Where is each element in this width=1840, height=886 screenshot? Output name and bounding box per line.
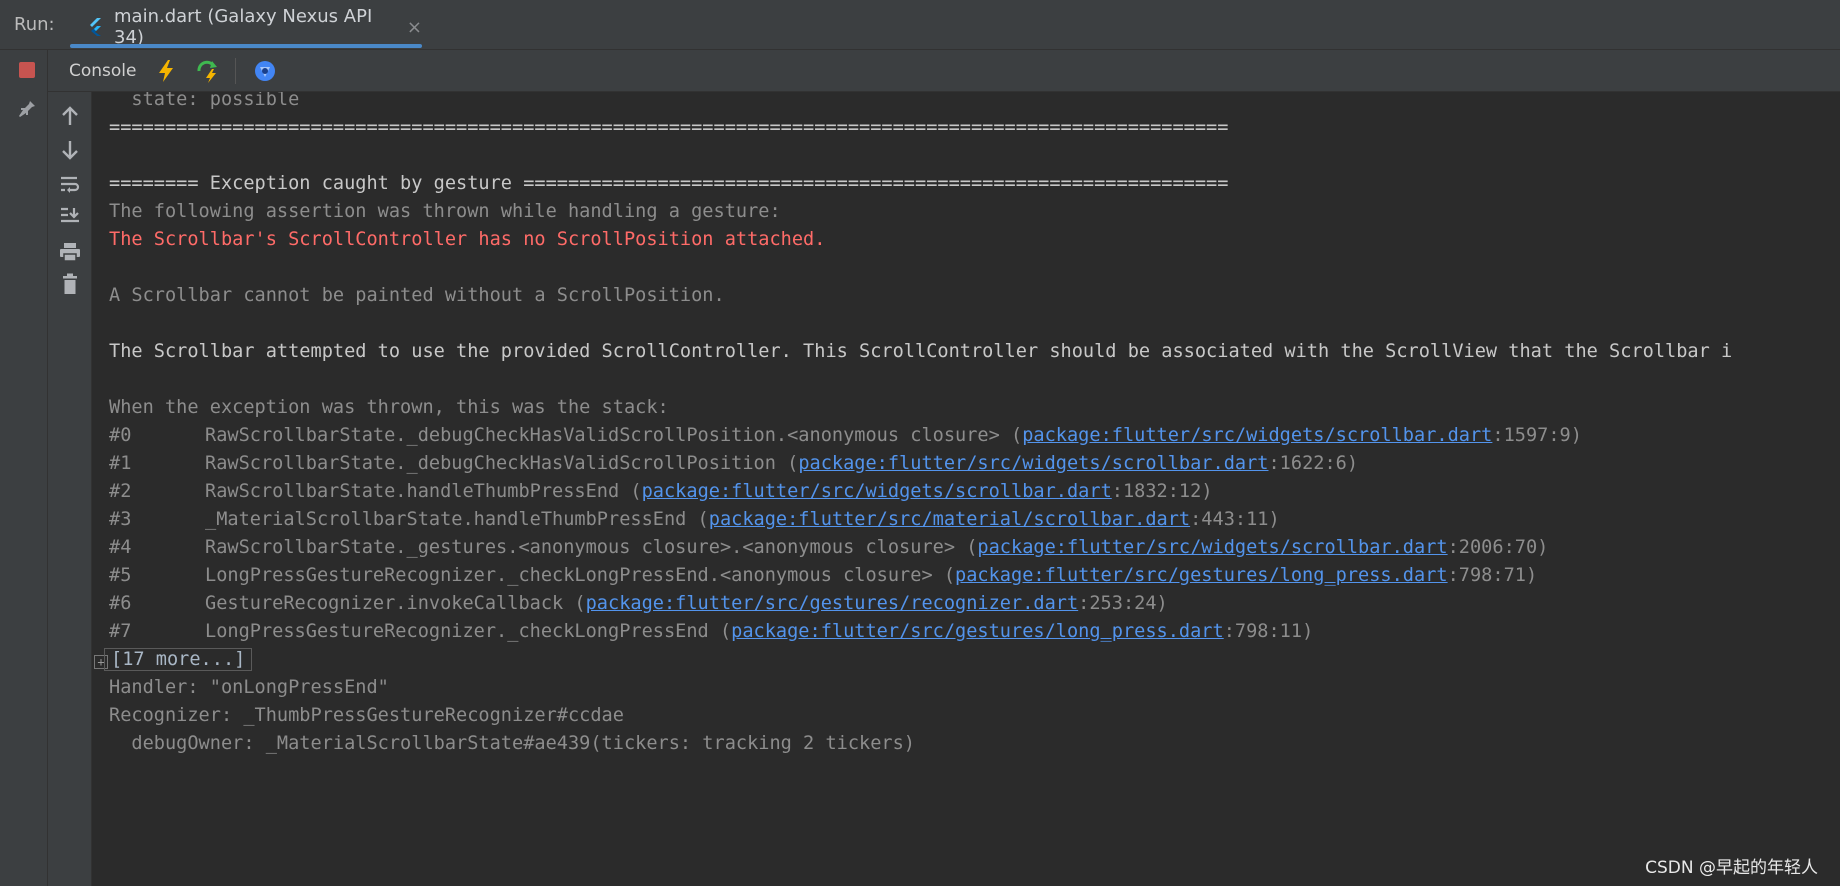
frame-method: LongPressGestureRecognizer._checkLongPre… [205, 621, 732, 642]
frame-number: #5 [109, 565, 132, 586]
frame-number: #4 [109, 537, 132, 558]
console-line: ======== Exception caught by gesture ===… [109, 173, 1229, 194]
console-line: The following assertion was thrown while… [109, 201, 781, 222]
run-side-toolbar [0, 50, 48, 886]
run-tool-window-header: Run: main.dart (Galaxy Nexus API 34) × [0, 0, 1840, 50]
watermark: CSDN @早起的年轻人 [1645, 858, 1818, 878]
active-tab-indicator [70, 44, 422, 48]
flutter-icon [86, 17, 106, 37]
source-link[interactable]: package:flutter/src/gestures/recognizer.… [586, 593, 1079, 614]
arrow-down-icon[interactable] [58, 138, 82, 162]
console-line: debugOwner: _MaterialScrollbarState#ae43… [109, 733, 915, 754]
stack-frame: #3 _MaterialScrollbarState.handleThumbPre… [109, 506, 1280, 534]
console-line: A Scrollbar cannot be painted without a … [109, 285, 725, 306]
toolbar-divider [234, 57, 236, 84]
source-link[interactable]: package:flutter/src/widgets/scrollbar.da… [798, 453, 1268, 474]
frame-number: #6 [109, 593, 132, 614]
close-icon[interactable]: × [407, 17, 422, 38]
source-link[interactable]: package:flutter/src/material/scrollbar.d… [709, 509, 1190, 530]
console-toolbar: Console [48, 50, 1840, 92]
frame-number: #2 [109, 481, 132, 502]
frame-number: #0 [109, 425, 132, 446]
arrow-up-icon[interactable] [58, 104, 82, 128]
console-line: state: possible [109, 92, 300, 110]
error-message: The Scrollbar's ScrollController has no … [109, 229, 826, 250]
frame-method: LongPressGestureRecognizer._checkLongPre… [205, 565, 956, 586]
frame-position: :1597:9) [1492, 425, 1582, 446]
stack-frame: #5 LongPressGestureRecognizer._checkLongP… [109, 562, 1537, 590]
run-tab-title: main.dart (Galaxy Nexus API 34) [114, 6, 373, 48]
console-line: Handler: "onLongPressEnd" [109, 677, 389, 698]
console-actions-gutter [48, 92, 92, 886]
frame-position: :798:11) [1223, 621, 1314, 642]
stack-frame: #2 RawScrollbarState.handleThumbPressEnd … [109, 478, 1213, 506]
frame-position: :1622:6) [1268, 453, 1359, 474]
hot-reload-icon[interactable] [153, 58, 179, 84]
tab-console[interactable]: Console [69, 61, 137, 81]
source-link[interactable]: package:flutter/src/gestures/long_press.… [955, 565, 1448, 586]
hot-restart-icon[interactable] [195, 58, 221, 84]
frame-method: GestureRecognizer.invokeCallback ( [205, 593, 586, 614]
stop-icon[interactable] [19, 62, 35, 78]
frame-method: _MaterialScrollbarState.handleThumbPress… [205, 509, 709, 530]
console-line: Recognizer: _ThumbPressGestureRecognizer… [109, 705, 624, 726]
run-label: Run: [14, 14, 55, 35]
stack-frame: #0 RawScrollbarState._debugCheckHasValidS… [109, 422, 1582, 450]
stack-frame: #6 GestureRecognizer.invokeCallback (pack… [109, 590, 1168, 618]
devtools-icon[interactable] [252, 58, 278, 84]
frame-position: :798:71) [1447, 565, 1538, 586]
more-frames-label[interactable]: [17 more...] [104, 648, 253, 671]
console-line: ========================================… [109, 117, 1229, 138]
trash-icon[interactable] [58, 272, 82, 296]
pin-icon[interactable] [14, 96, 38, 120]
frame-method: RawScrollbarState.handleThumbPressEnd ( [205, 481, 642, 502]
source-link[interactable]: package:flutter/src/widgets/scrollbar.da… [642, 481, 1112, 502]
frame-position: :443:11) [1190, 509, 1280, 530]
source-link[interactable]: package:flutter/src/widgets/scrollbar.da… [1022, 425, 1492, 446]
source-link[interactable]: package:flutter/src/widgets/scrollbar.da… [977, 537, 1447, 558]
source-link[interactable]: package:flutter/src/gestures/long_press.… [731, 621, 1224, 642]
frame-number: #7 [109, 621, 132, 642]
frame-position: :1832:12) [1111, 481, 1213, 502]
frame-method: RawScrollbarState._debugCheckHasValidScr… [205, 425, 1023, 446]
frame-method: RawScrollbarState._debugCheckHasValidScr… [205, 453, 799, 474]
frame-position: :2006:70) [1447, 537, 1549, 558]
frame-number: #1 [109, 453, 132, 474]
frame-method: RawScrollbarState._gestures.<anonymous c… [205, 537, 978, 558]
collapsed-frames[interactable]: [17 more...] [104, 646, 253, 674]
stack-frame: #4 RawScrollbarState._gestures.<anonymous… [109, 534, 1548, 562]
stack-frame: #1 RawScrollbarState._debugCheckHasValidS… [109, 450, 1358, 478]
run-tab-main-dart[interactable]: main.dart (Galaxy Nexus API 34) × [70, 6, 422, 48]
frame-position: :253:24) [1078, 593, 1168, 614]
console-line: When the exception was thrown, this was … [109, 397, 669, 418]
stack-frame: #7 LongPressGestureRecognizer._checkLongP… [109, 618, 1313, 646]
print-icon[interactable] [58, 240, 82, 264]
frame-number: #3 [109, 509, 132, 530]
console-output[interactable]: state: possible ========================… [92, 92, 1840, 886]
soft-wrap-icon[interactable] [58, 172, 82, 196]
scroll-to-end-icon[interactable] [58, 204, 82, 228]
console-line: The Scrollbar attempted to use the provi… [109, 341, 1733, 362]
